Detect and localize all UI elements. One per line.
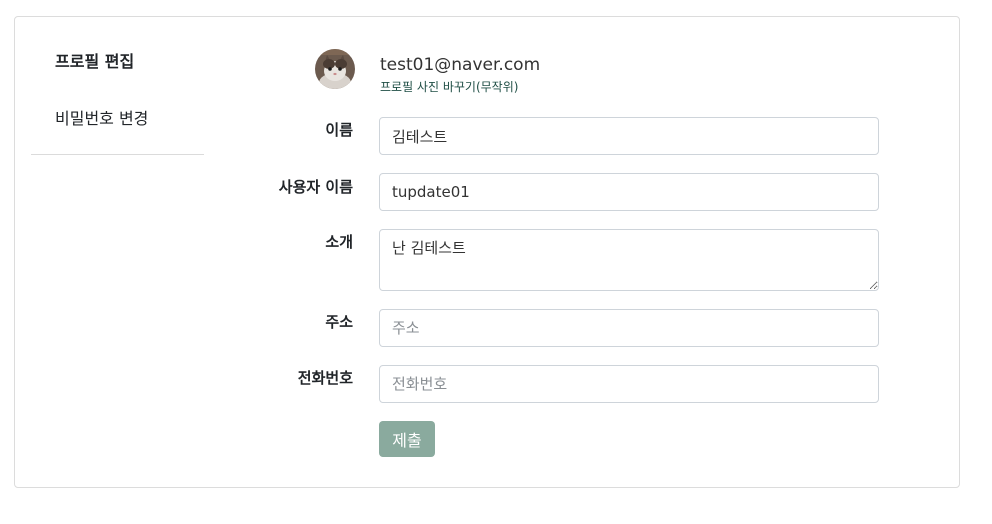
address-input[interactable] — [379, 309, 879, 347]
sidebar-item-change-password[interactable]: 비밀번호 변경 — [55, 109, 148, 129]
cat-photo-icon — [315, 49, 355, 89]
bio-label: 소개 — [325, 233, 353, 251]
profile-email: test01@naver.com — [380, 55, 541, 75]
avatar — [315, 49, 355, 89]
change-photo-link[interactable]: 프로필 사진 바꾸기(무작위) — [380, 79, 518, 95]
name-label: 이름 — [325, 121, 353, 139]
address-label: 주소 — [325, 313, 353, 331]
sidebar-item-edit-profile[interactable]: 프로필 편집 — [55, 52, 134, 72]
sidebar-divider — [31, 154, 204, 155]
edit-profile-card: 프로필 편집 비밀번호 변경 test01@naver.com 프로필 사진 바… — [14, 16, 960, 488]
phone-input[interactable] — [379, 365, 879, 403]
username-label: 사용자 이름 — [278, 178, 353, 196]
phone-label: 전화번호 — [297, 369, 353, 387]
name-input[interactable] — [379, 117, 879, 155]
bio-textarea[interactable]: 난 김테스트 — [379, 229, 879, 291]
submit-button[interactable]: 제출 — [379, 421, 435, 457]
username-input[interactable] — [379, 173, 879, 211]
